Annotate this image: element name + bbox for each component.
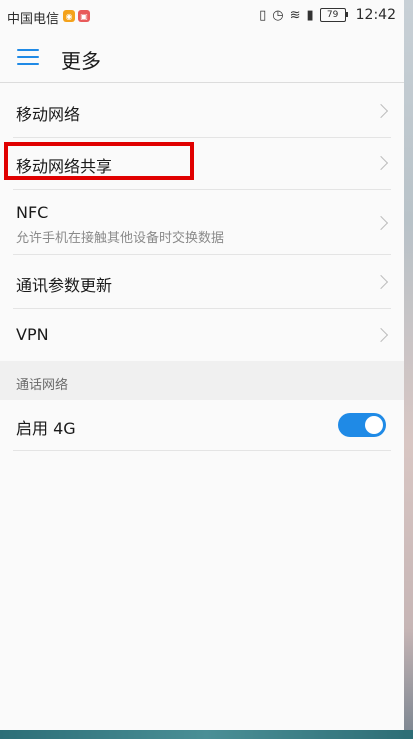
signal-icon: ▮ bbox=[306, 7, 314, 23]
chevron-right-icon bbox=[373, 274, 389, 290]
clock: 12:42 bbox=[355, 7, 396, 23]
enable-4g-toggle[interactable] bbox=[338, 413, 386, 437]
list-item-subtitle: 允许手机在接触其他设备时交换数据 bbox=[16, 231, 225, 246]
list-item-carrier-update[interactable]: 通讯参数更新 bbox=[0, 255, 404, 308]
section-header: 通话网络 bbox=[0, 361, 404, 400]
carrier-name: 中国电信 bbox=[7, 12, 60, 27]
status-bar: 中国电信 ◉ ▣ ▯ ◷ ≋ ▮ 79 12:42 bbox=[0, 0, 404, 32]
chevron-right-icon bbox=[373, 215, 389, 231]
chevron-right-icon bbox=[373, 155, 389, 171]
divider bbox=[13, 450, 391, 451]
list-item-label: 移动网络 bbox=[16, 105, 81, 124]
list-item-label: 通讯参数更新 bbox=[16, 276, 113, 295]
chevron-right-icon bbox=[373, 327, 389, 343]
background-edge bbox=[404, 0, 413, 739]
app-notification-icon: ◉ bbox=[63, 10, 75, 22]
notification-icons: ◉ ▣ bbox=[63, 10, 90, 22]
list-item-label: VPN bbox=[16, 325, 49, 344]
page-title: 更多 bbox=[61, 49, 101, 73]
list-item-vpn[interactable]: VPN bbox=[0, 309, 404, 361]
phone-screen: 中国电信 ◉ ▣ ▯ ◷ ≋ ▮ 79 12:42 更多 移动网络 移动网络共享… bbox=[0, 0, 404, 739]
message-notification-icon: ▣ bbox=[78, 10, 90, 22]
battery-icon: 79 bbox=[319, 8, 348, 22]
app-header: 更多 bbox=[0, 32, 404, 83]
background-bottom-strip bbox=[0, 730, 413, 739]
list-item-label: 启用 4G bbox=[16, 419, 76, 438]
section-title: 通话网络 bbox=[16, 378, 69, 393]
toggle-knob bbox=[365, 416, 383, 434]
status-icons: ▯ ◷ ≋ ▮ 79 12:42 bbox=[259, 7, 396, 23]
list-item-mobile-network[interactable]: 移动网络 bbox=[0, 84, 404, 137]
alarm-icon: ◷ bbox=[272, 7, 284, 23]
list-item-label: 移动网络共享 bbox=[16, 157, 113, 176]
list-item-nfc[interactable]: NFC 允许手机在接触其他设备时交换数据 bbox=[0, 190, 404, 254]
hamburger-menu-icon[interactable] bbox=[17, 49, 39, 65]
wifi-icon: ≋ bbox=[289, 7, 301, 23]
list-item-tethering[interactable]: 移动网络共享 bbox=[0, 138, 404, 189]
chevron-right-icon bbox=[373, 103, 389, 119]
vibrate-icon: ▯ bbox=[259, 7, 267, 23]
list-item-label: NFC bbox=[16, 203, 49, 222]
